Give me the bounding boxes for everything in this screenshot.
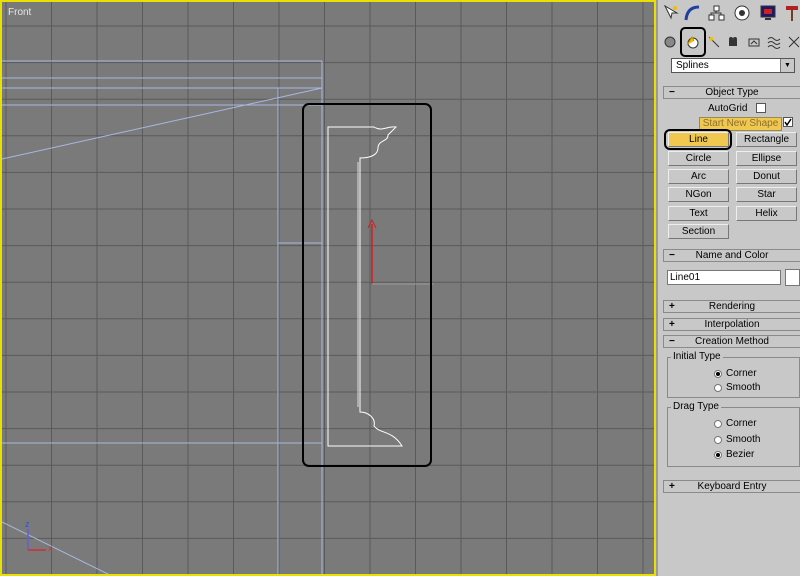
collapse-icon: − — [669, 336, 675, 347]
axis-z-label: z — [25, 519, 30, 529]
cameras-icon[interactable] — [726, 32, 742, 52]
object-type-title: Object Type — [705, 87, 759, 98]
category-dropdown[interactable]: Splines ▼ — [671, 58, 795, 73]
lights-icon[interactable] — [706, 32, 722, 52]
panel-tabs — [658, 0, 800, 28]
bend-icon[interactable] — [682, 2, 702, 24]
drag-bezier-radio[interactable] — [714, 451, 722, 459]
expand-icon: + — [669, 301, 675, 312]
systems-icon[interactable] — [786, 32, 800, 52]
ellipse-button[interactable]: Ellipse — [736, 151, 797, 166]
interpolation-rollout-header[interactable]: + Interpolation — [663, 318, 800, 331]
dropdown-arrow-icon[interactable]: ▼ — [780, 59, 794, 72]
drag-smooth-radio[interactable] — [714, 436, 722, 444]
star-button[interactable]: Star — [736, 187, 797, 202]
drag-type-label: Drag Type — [671, 401, 721, 412]
drag-corner-label: Corner — [726, 418, 757, 429]
object-type-rollout-header[interactable]: − Object Type — [663, 86, 800, 99]
rectangle-button[interactable]: Rectangle — [736, 132, 797, 147]
expand-icon: + — [669, 481, 675, 492]
initial-smooth-radio[interactable] — [714, 384, 722, 392]
ngon-button[interactable]: NGon — [668, 187, 729, 202]
wireframe-geometry — [2, 60, 323, 574]
donut-button[interactable]: Donut — [736, 169, 797, 184]
initial-corner-radio[interactable] — [714, 370, 722, 378]
spline-highlight-box — [302, 103, 432, 467]
creation-method-title: Creation Method — [695, 336, 769, 347]
drag-corner-radio[interactable] — [714, 420, 722, 428]
initial-type-label: Initial Type — [671, 351, 723, 362]
autogrid-label: AutoGrid — [708, 103, 748, 114]
front-viewport[interactable]: Front z x — [0, 0, 656, 576]
hammer-icon[interactable] — [782, 2, 800, 24]
monitor-icon[interactable] — [758, 2, 778, 24]
rendering-rollout-header[interactable]: + Rendering — [663, 300, 800, 313]
line-highlight — [664, 129, 732, 150]
helpers-icon[interactable] — [746, 32, 762, 52]
expand-icon: + — [669, 319, 675, 330]
initial-corner-label: Corner — [726, 368, 757, 379]
circle-button[interactable]: Circle — [668, 151, 729, 166]
rendering-title: Rendering — [708, 301, 756, 312]
name-color-rollout-header[interactable]: − Name and Color — [663, 249, 800, 262]
hierarchy-icon[interactable] — [706, 2, 726, 24]
geometry-icon[interactable] — [662, 32, 678, 52]
collapse-icon: − — [669, 250, 675, 261]
initial-smooth-label: Smooth — [726, 382, 761, 393]
object-name-field[interactable]: Line01 — [667, 270, 781, 285]
keyboard-entry-title: Keyboard Entry — [697, 481, 767, 492]
shapes-highlight — [680, 27, 706, 57]
axis-x-label: x — [48, 543, 53, 553]
text-button[interactable]: Text — [668, 206, 729, 221]
name-color-title: Name and Color — [695, 250, 769, 261]
arc-button[interactable]: Arc — [668, 169, 729, 184]
helix-button[interactable]: Helix — [736, 206, 797, 221]
section-button[interactable]: Section — [668, 224, 729, 239]
interpolation-title: Interpolation — [704, 319, 760, 330]
start-new-shape-checkbox[interactable] — [783, 117, 793, 127]
keyboard-entry-rollout-header[interactable]: + Keyboard Entry — [663, 480, 800, 493]
space-warps-icon[interactable] — [766, 32, 782, 52]
command-panel: Splines ▼ − Object Type AutoGrid Start N… — [658, 0, 800, 576]
color-swatch[interactable] — [785, 269, 800, 286]
category-dropdown-value: Splines — [676, 60, 709, 71]
motion-icon[interactable] — [732, 2, 752, 24]
creation-method-rollout-header[interactable]: − Creation Method — [663, 335, 800, 348]
create-tab-icon[interactable] — [660, 2, 680, 24]
drag-bezier-label: Bezier — [726, 449, 755, 460]
autogrid-checkbox[interactable] — [756, 103, 766, 113]
drag-smooth-label: Smooth — [726, 434, 761, 445]
collapse-icon: − — [669, 87, 675, 98]
